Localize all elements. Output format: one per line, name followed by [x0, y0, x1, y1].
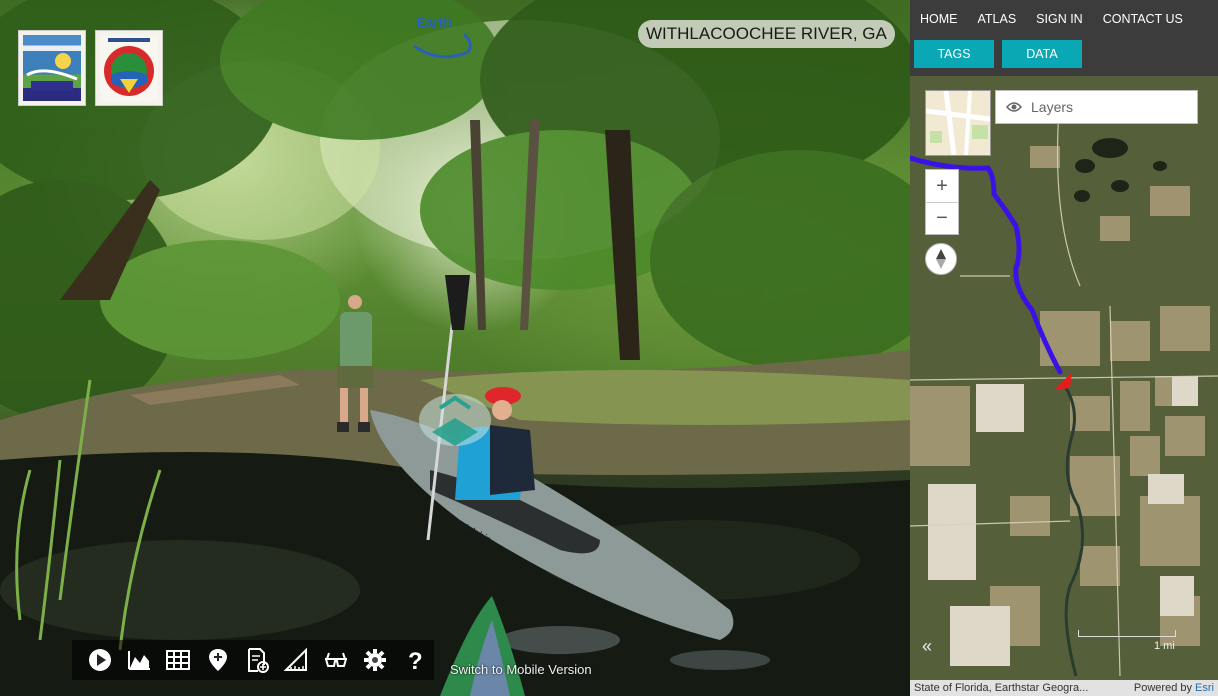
- data-button[interactable]: DATA: [1002, 40, 1082, 68]
- powered-by: Powered by Esri: [1134, 680, 1214, 696]
- riverkeeper-logo-art: [26, 53, 78, 91]
- scale-bar-line: [1078, 630, 1176, 637]
- watershed-coalition-logo[interactable]: [95, 30, 163, 106]
- elevation-profile-icon: [127, 651, 150, 670]
- top-navigation: HOME ATLAS SIGN IN CONTACT US: [910, 0, 1218, 36]
- play-button[interactable]: [80, 642, 119, 678]
- street-map-thumbnail-icon: [926, 91, 990, 155]
- table-icon: [166, 650, 191, 670]
- tags-button[interactable]: TAGS: [914, 40, 994, 68]
- measure-button[interactable]: [277, 642, 316, 678]
- attribution-source[interactable]: State of Florida, Earthstar Geogra...: [914, 680, 1110, 696]
- measure-icon: [283, 647, 308, 671]
- scale-label: 1 mi: [1154, 640, 1175, 652]
- svg-text:?: ?: [408, 648, 423, 673]
- play-icon: [88, 649, 111, 671]
- map-attribution: State of Florida, Earthstar Geogra... Po…: [910, 680, 1218, 696]
- gear-icon: [363, 649, 386, 671]
- watershed-coalition-logo-art: [104, 38, 154, 96]
- layers-label: Layers: [1031, 99, 1074, 115]
- help-button[interactable]: ?: [395, 642, 434, 678]
- eye-icon: [1006, 102, 1022, 112]
- add-location-icon: [208, 649, 227, 671]
- side-panel: HOME ATLAS SIGN IN CONTACT US TAGS DATA: [910, 0, 1218, 696]
- compass-button[interactable]: [925, 243, 957, 275]
- nav-home[interactable]: HOME: [910, 0, 968, 36]
- basemap-switcher[interactable]: [925, 90, 991, 156]
- earth-point-logo[interactable]: Earth: [400, 6, 490, 66]
- riverkeeper-logo[interactable]: [18, 30, 86, 106]
- satellite-imagery: [910, 76, 1218, 680]
- panorama-viewer[interactable]: Sundolphin Earth WITHLACOOCHEE RIVER, GA…: [0, 0, 910, 696]
- add-document-icon: [247, 648, 269, 673]
- viewer-toolbar: ?: [72, 640, 434, 680]
- nav-atlas[interactable]: ATLAS: [968, 0, 1027, 36]
- earth-logo-text: Earth: [416, 14, 452, 30]
- switch-mobile-link[interactable]: Switch to Mobile Version: [450, 662, 592, 677]
- layers-button[interactable]: Layers: [995, 90, 1198, 124]
- compass-icon: [936, 249, 946, 269]
- sub-navigation: TAGS DATA: [914, 40, 1082, 68]
- add-location-button[interactable]: [198, 642, 237, 678]
- settings-button[interactable]: [355, 642, 394, 678]
- nav-sign-in[interactable]: SIGN IN: [1026, 0, 1093, 36]
- zoom-out-button[interactable]: −: [926, 202, 958, 234]
- help-icon: ?: [408, 648, 423, 673]
- elevation-profile-button[interactable]: [119, 642, 158, 678]
- location-title: WITHLACOOCHEE RIVER, GA: [638, 20, 895, 48]
- add-document-button[interactable]: [237, 642, 276, 678]
- zoom-in-button[interactable]: +: [926, 170, 958, 202]
- vr-glasses-icon: [324, 652, 347, 667]
- scale-bar: 1 mi: [1078, 630, 1178, 652]
- satellite-map[interactable]: Layers + − « 1 mi: [910, 76, 1218, 680]
- esri-link[interactable]: Esri: [1195, 682, 1214, 694]
- powered-by-text: Powered by: [1133, 682, 1192, 694]
- vr-glasses-button[interactable]: [316, 642, 355, 678]
- navigation-hotspot-icon[interactable]: [419, 394, 491, 446]
- zoom-controls: + −: [925, 169, 959, 235]
- collapse-panel-icon[interactable]: «: [922, 636, 932, 657]
- nav-contact-us[interactable]: CONTACT US: [1093, 0, 1193, 36]
- table-button[interactable]: [159, 642, 198, 678]
